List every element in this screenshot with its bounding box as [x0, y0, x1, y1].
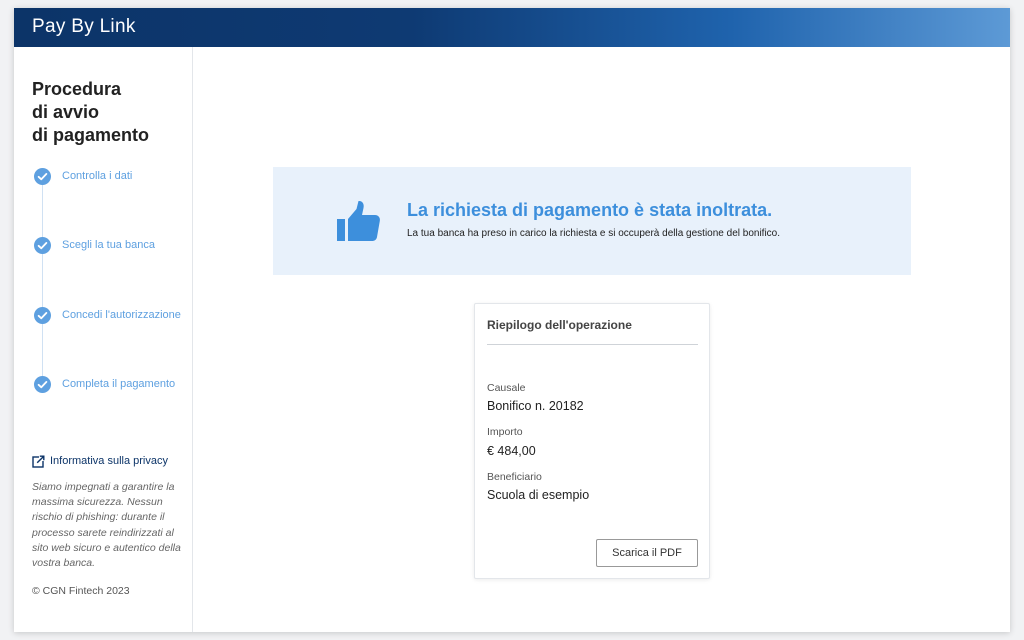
beneficiario-value: Scuola di esempio [487, 488, 590, 502]
summary-divider [487, 344, 698, 345]
external-link-icon [32, 454, 45, 468]
thumbs-up-icon [337, 200, 380, 241]
sidebar-title: Procedura di avvio di pagamento [32, 78, 182, 147]
privacy-note: Siamo impegnati a garantire la massima s… [32, 481, 181, 570]
step-list: Controlla i dati Scegli la tua banca Con… [32, 168, 192, 408]
check-circle-icon [34, 376, 51, 393]
success-banner: La richiesta di pagamento è stata inoltr… [273, 167, 911, 275]
sidebar-title-line: di avvio [32, 102, 100, 122]
sidebar-title-line: di pagamento [32, 125, 150, 145]
step-label: Completa il pagamento [62, 378, 176, 390]
sidebar-title-line: Procedura [32, 79, 122, 99]
step-connector-line [42, 178, 43, 388]
causale-value: Bonifico n. 20182 [487, 399, 584, 413]
privacy-link-label: Informativa sulla privacy [50, 455, 168, 467]
step-label: Scegli la tua banca [62, 239, 155, 251]
importo-value: € 484,00 [487, 444, 536, 458]
operation-summary-card: Riepilogo dell'operazione Causale Bonifi… [474, 303, 710, 579]
check-circle-icon [34, 168, 51, 185]
causale-label: Causale [487, 382, 526, 394]
beneficiario-label: Beneficiario [487, 471, 542, 483]
step-label: Controlla i dati [62, 170, 133, 182]
app-header: Pay By Link [14, 8, 1010, 47]
app-window: Pay By Link Procedura di avvio di pagame… [14, 8, 1010, 632]
step-concedi-autorizzazione: Concedi l'autorizzazione [32, 307, 192, 327]
step-label: Concedi l'autorizzazione [62, 309, 181, 321]
sidebar: Procedura di avvio di pagamento Controll… [14, 47, 193, 632]
step-completa-pagamento: Completa il pagamento [32, 376, 192, 396]
app-title: Pay By Link [32, 16, 136, 37]
check-circle-icon [34, 307, 51, 324]
step-controlla-dati: Controlla i dati [32, 168, 192, 188]
download-pdf-button[interactable]: Scarica il PDF [596, 539, 698, 567]
summary-title: Riepilogo dell'operazione [487, 318, 632, 332]
check-circle-icon [34, 237, 51, 254]
copyright: © CGN Fintech 2023 [32, 585, 130, 597]
importo-label: Importo [487, 426, 523, 438]
success-subtitle: La tua banca ha preso in carico la richi… [407, 228, 781, 239]
privacy-policy-link[interactable]: Informativa sulla privacy [32, 453, 168, 469]
step-scegli-banca: Scegli la tua banca [32, 237, 192, 257]
success-title: La richiesta di pagamento è stata inoltr… [407, 200, 773, 220]
